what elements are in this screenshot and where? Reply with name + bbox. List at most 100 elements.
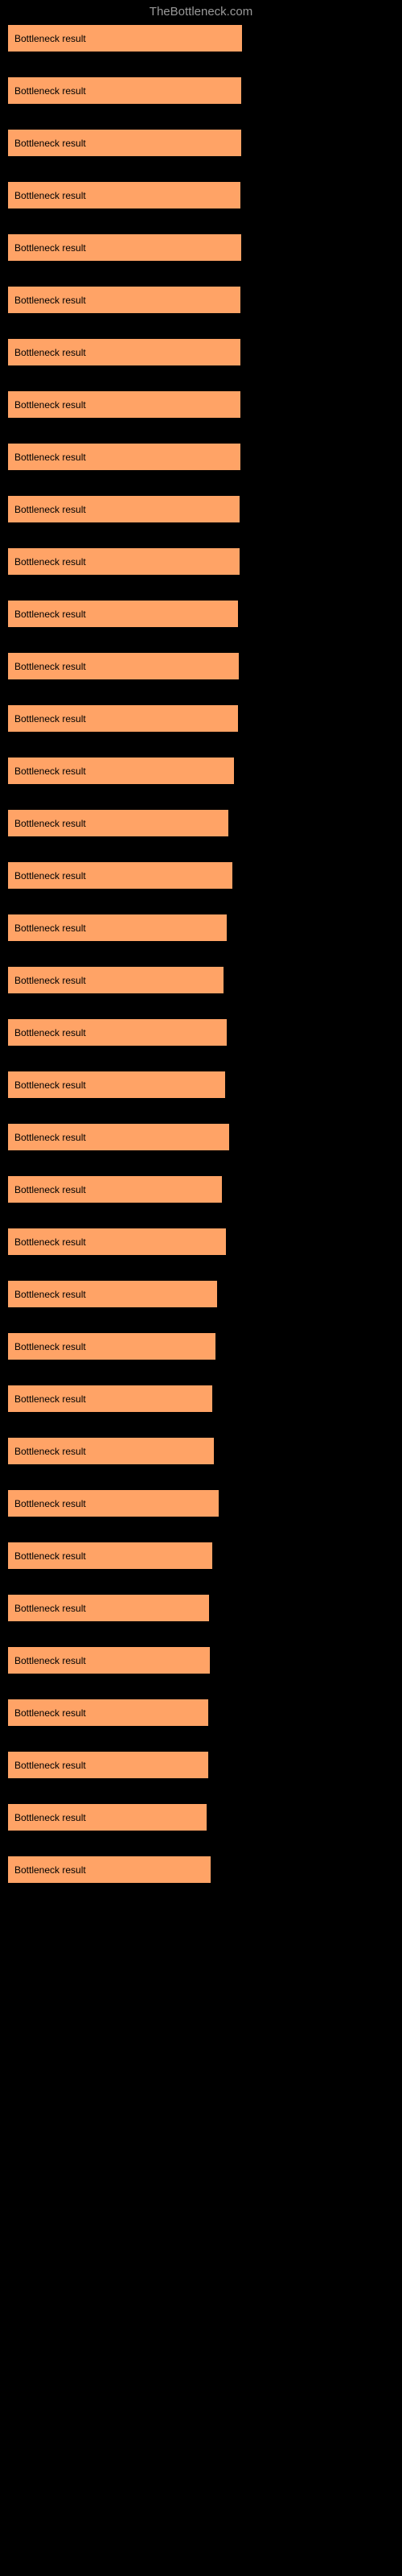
bar-label: Bottleneck result [14, 85, 86, 97]
bar-track: Bottleneck result78.5% [8, 1019, 287, 1046]
bar-value: 75.4% [228, 1497, 258, 1509]
bar-value: 76.7% [232, 1183, 261, 1195]
bar-value: 71.7% [218, 1759, 248, 1771]
bar-value: 83.2% [250, 451, 280, 463]
bar-label: Bottleneck result [14, 1080, 86, 1091]
bar-value: 77.1% [233, 974, 263, 986]
bar-label: Bottleneck result [14, 661, 86, 672]
bar-row: Bottleneck result 82.6% [8, 653, 394, 679]
bar-value: 80.9% [244, 765, 273, 777]
bar-row: Bottleneck result 79% [8, 810, 394, 836]
bar-label: Bottleneck result [14, 1393, 86, 1405]
bar-label: Bottleneck result [14, 1446, 86, 1457]
bar-label: Bottleneck result [14, 818, 86, 829]
bar-label: Bottleneck result [14, 504, 86, 515]
bar-label: Bottleneck result [14, 1236, 86, 1248]
bar-row: Bottleneck result74.9% [8, 1281, 394, 1307]
bar-track: Bottleneck result 83.8% [8, 25, 287, 52]
bar-row: Bottleneck result77.9% [8, 1071, 394, 1098]
bar-label: Bottleneck result [14, 295, 86, 306]
bar-track: Bottleneck result 73.9% [8, 1438, 287, 1464]
bar-label: Bottleneck result [14, 870, 86, 881]
bar-label: Bottleneck result [14, 347, 86, 358]
bar-label: Bottleneck result [14, 190, 86, 201]
bar-row: Bottleneck result 83.8% [8, 25, 394, 52]
bar-row: Bottleneck result77.1% [8, 967, 394, 993]
bar-value: 71.9% [218, 1707, 248, 1719]
bar-value: 83.1% [249, 503, 279, 515]
bar-label: Bottleneck result [14, 1184, 86, 1195]
bar-track: Bottleneck result83.4% [8, 391, 287, 418]
bar-value: 82.6% [248, 660, 278, 672]
bar-track: Bottleneck result 83.1% [8, 496, 287, 522]
bar-label: Bottleneck result [14, 1655, 86, 1666]
bar-track: Bottleneck result72.1% [8, 1595, 287, 1621]
bar-label: Bottleneck result [14, 1027, 86, 1038]
bar-track: Bottleneck result79.3% [8, 1124, 287, 1150]
bar-value: 73.2% [222, 1550, 252, 1562]
bar-row: Bottleneck result 83.7% [8, 77, 394, 104]
bar-track: Bottleneck result82.9% [8, 548, 287, 575]
bar-label: Bottleneck result [14, 1498, 86, 1509]
bar-row: Bottleneck result78.2% [8, 1228, 394, 1255]
bar-label: Bottleneck result [14, 452, 86, 463]
site-name: TheBottleneck.com [150, 5, 252, 19]
bar-track: Bottleneck result 71.9% [8, 1699, 287, 1726]
bar-row: Bottleneck result82.9% [8, 548, 394, 575]
bar-track: Bottleneck result78.2% [8, 1228, 287, 1255]
bar-track: Bottleneck result73.1% [8, 1385, 287, 1412]
bar-value: 79.3% [239, 1131, 269, 1143]
bar-label: Bottleneck result [14, 1550, 86, 1562]
bar-label: Bottleneck result [14, 1864, 86, 1876]
bar-track: Bottleneck result 82.5% [8, 601, 287, 627]
bar-row: Bottleneck result 82.4% [8, 705, 394, 732]
bar-label: Bottleneck result [14, 1341, 86, 1352]
bar-row: Bottleneck result 71.3% [8, 1804, 394, 1831]
bar-row: Bottleneck result80.9% [8, 758, 394, 784]
bar-value: 72.4% [219, 1654, 249, 1666]
bar-track: Bottleneck result80.9% [8, 758, 287, 784]
bar-track: Bottleneck result 75.4% [8, 1490, 287, 1517]
bar-value: 83.7% [251, 85, 281, 97]
bar-label: Bottleneck result [14, 1812, 86, 1823]
bar-track: Bottleneck result74.9% [8, 1281, 287, 1307]
bar-value: 73.9% [224, 1445, 253, 1457]
bar-row: Bottleneck result83.4% [8, 391, 394, 418]
bar-label: Bottleneck result [14, 1707, 86, 1719]
bar-track: Bottleneck result83.5% [8, 130, 287, 156]
bar-label: Bottleneck result [14, 556, 86, 568]
bar-track: Bottleneck result80.3% [8, 862, 287, 889]
bar-row: Bottleneck result78.5% [8, 1019, 394, 1046]
bar-row: Bottleneck result79.3% [8, 1124, 394, 1150]
bar-row: Bottleneck result 76.7% [8, 1176, 394, 1203]
bar-value: 71.3% [216, 1811, 246, 1823]
bar-track: Bottleneck result 73.2% [8, 1542, 287, 1569]
bar-value: 82.4% [248, 712, 277, 724]
bar-row: Bottleneck result 75.4% [8, 1490, 394, 1517]
bar-value: 83.4% [250, 189, 280, 201]
bar-track: Bottleneck result83.5% [8, 234, 287, 261]
bar-row: Bottleneck result 73.2% [8, 1542, 394, 1569]
bar-track: Bottleneck result 71.3% [8, 1804, 287, 1831]
bar-value: 82.5% [248, 608, 277, 620]
bar-row: Bottleneck result 72.4% [8, 1647, 394, 1674]
bar-value: 83.8% [252, 32, 281, 44]
bar-track: Bottleneck result 82.6% [8, 653, 287, 679]
bar-label: Bottleneck result [14, 399, 86, 411]
bar-row: Bottleneck result83.5% [8, 130, 394, 156]
bar-row: Bottleneck result 83.1% [8, 496, 394, 522]
bar-value: 74.9% [227, 1288, 256, 1300]
bar-row: Bottleneck result80.3% [8, 862, 394, 889]
bar-value: 79% [238, 817, 259, 829]
bar-value: 78.4% [236, 922, 266, 934]
bar-label: Bottleneck result [14, 713, 86, 724]
bar-row: Bottleneck result83.5% [8, 234, 394, 261]
bar-row: Bottleneck result83.4% [8, 339, 394, 365]
bar-row: Bottleneck result 83.4% [8, 182, 394, 208]
bar-track: Bottleneck result78.4% [8, 914, 287, 941]
bar-label: Bottleneck result [14, 1760, 86, 1771]
bar-label: Bottleneck result [14, 609, 86, 620]
bar-label: Bottleneck result [14, 33, 86, 44]
bar-value: 72.6% [220, 1864, 250, 1876]
bar-label: Bottleneck result [14, 1603, 86, 1614]
